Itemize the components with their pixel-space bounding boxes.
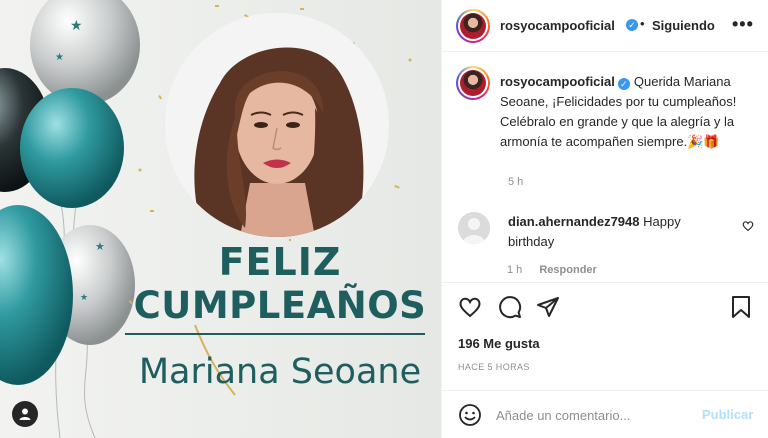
bookmark-icon[interactable] [730, 295, 752, 319]
author-avatar[interactable] [456, 9, 490, 43]
user-icon [19, 408, 31, 420]
svg-text:★: ★ [70, 17, 83, 33]
headline-feliz: FELIZ [218, 240, 342, 284]
heart-icon[interactable] [458, 295, 482, 319]
like-count[interactable]: 196 Me gusta [458, 336, 540, 351]
comment-text-block: dian.ahernandez7948 Happy birthday [508, 212, 728, 252]
comment-timestamp[interactable]: 1 h [507, 264, 522, 276]
caption-timestamp[interactable]: 5 h [508, 176, 523, 188]
author-username[interactable]: rosyocampooficial [500, 18, 615, 33]
verified-badge-icon: ✓ [617, 78, 630, 90]
add-comment-bar: Publicar [442, 390, 768, 438]
caption-username[interactable]: rosyocampooficial [500, 74, 615, 89]
svg-text:★: ★ [55, 52, 64, 63]
caption-text-block: rosyocampooficial ✓ Querida Mariana Seoane… [500, 72, 750, 152]
action-bar [442, 282, 768, 332]
caption-emoji: 🎉🎁 [687, 134, 720, 149]
svg-text:★: ★ [80, 292, 88, 302]
post-image[interactable]: ★ ★ ★ ★ FELIZ CUMPLEAÑOS Mariana Seoane [0, 0, 441, 438]
divider-line [125, 333, 425, 335]
commenter-username[interactable]: dian.ahernandez7948 [508, 214, 640, 229]
share-icon[interactable] [536, 295, 560, 319]
tagged-users-button[interactable] [12, 401, 38, 427]
emoji-icon[interactable] [458, 403, 482, 427]
post-timestamp: HACE 5 HORAS [458, 362, 530, 372]
like-comment-heart-icon[interactable] [742, 220, 754, 232]
separator-dot: • [640, 16, 645, 31]
commenter-avatar[interactable] [458, 212, 490, 244]
portrait-photo [165, 13, 389, 237]
reply-button[interactable]: Responder [539, 264, 596, 276]
following-button[interactable]: Siguiendo [652, 18, 715, 33]
publish-button[interactable]: Publicar [702, 407, 753, 422]
comment-input[interactable] [496, 404, 686, 426]
verified-badge-icon: ✓ [626, 19, 638, 31]
comment-icon[interactable] [498, 295, 522, 319]
comment-meta: 1 h Responder [507, 264, 611, 276]
post-side-panel: rosyocampooficial ✓ • Siguiendo ••• rosy… [441, 0, 768, 438]
honoree-name: Mariana Seoane [138, 352, 422, 392]
caption-avatar[interactable] [456, 66, 490, 100]
headline-cumpleanos: CUMPLEAÑOS [133, 284, 427, 327]
more-options-button[interactable]: ••• [732, 14, 754, 35]
post-header: rosyocampooficial ✓ • Siguiendo ••• [442, 0, 768, 52]
